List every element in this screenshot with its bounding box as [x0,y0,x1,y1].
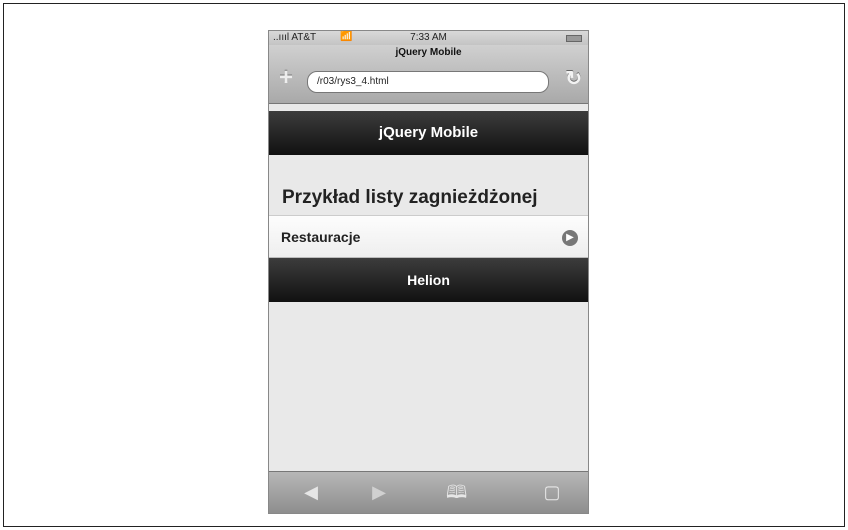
list-item-label: Restauracje [281,229,361,245]
browser-bottom-toolbar: ◀ ▶ 🕮 ▢ [269,471,588,513]
bookmarks-icon[interactable]: 🕮 [446,482,467,502]
browser-toolbar: jQuery Mobile + /r03/rys3_4.html ↻ [269,45,588,104]
status-time: 7:33 AM [410,32,447,43]
battery-icon [566,35,582,42]
forward-arrow-icon[interactable]: ▶ [369,482,389,502]
page-footer: Helion [269,258,588,302]
back-arrow-icon[interactable]: ◀ [301,482,321,502]
chevron-right-icon: ▶ [562,230,578,246]
reload-icon[interactable]: ↻ [565,67,582,91]
page-header: jQuery Mobile [269,111,588,155]
empty-content-area [269,302,588,473]
url-field[interactable]: /r03/rys3_4.html [307,71,549,93]
plus-icon[interactable]: + [279,66,293,90]
phone-screen: ..ıııl AT&T 📶 7:33 AM jQuery Mobile + /r… [268,30,589,514]
pages-icon[interactable]: ▢ [542,482,562,502]
page-title: Przykład listy zagnieżdżonej [282,187,538,208]
status-bar: ..ıııl AT&T 📶 7:33 AM [269,31,588,45]
browser-page-title: jQuery Mobile [395,47,462,58]
list-item-restauracje[interactable]: Restauracje ▶ [269,215,588,258]
